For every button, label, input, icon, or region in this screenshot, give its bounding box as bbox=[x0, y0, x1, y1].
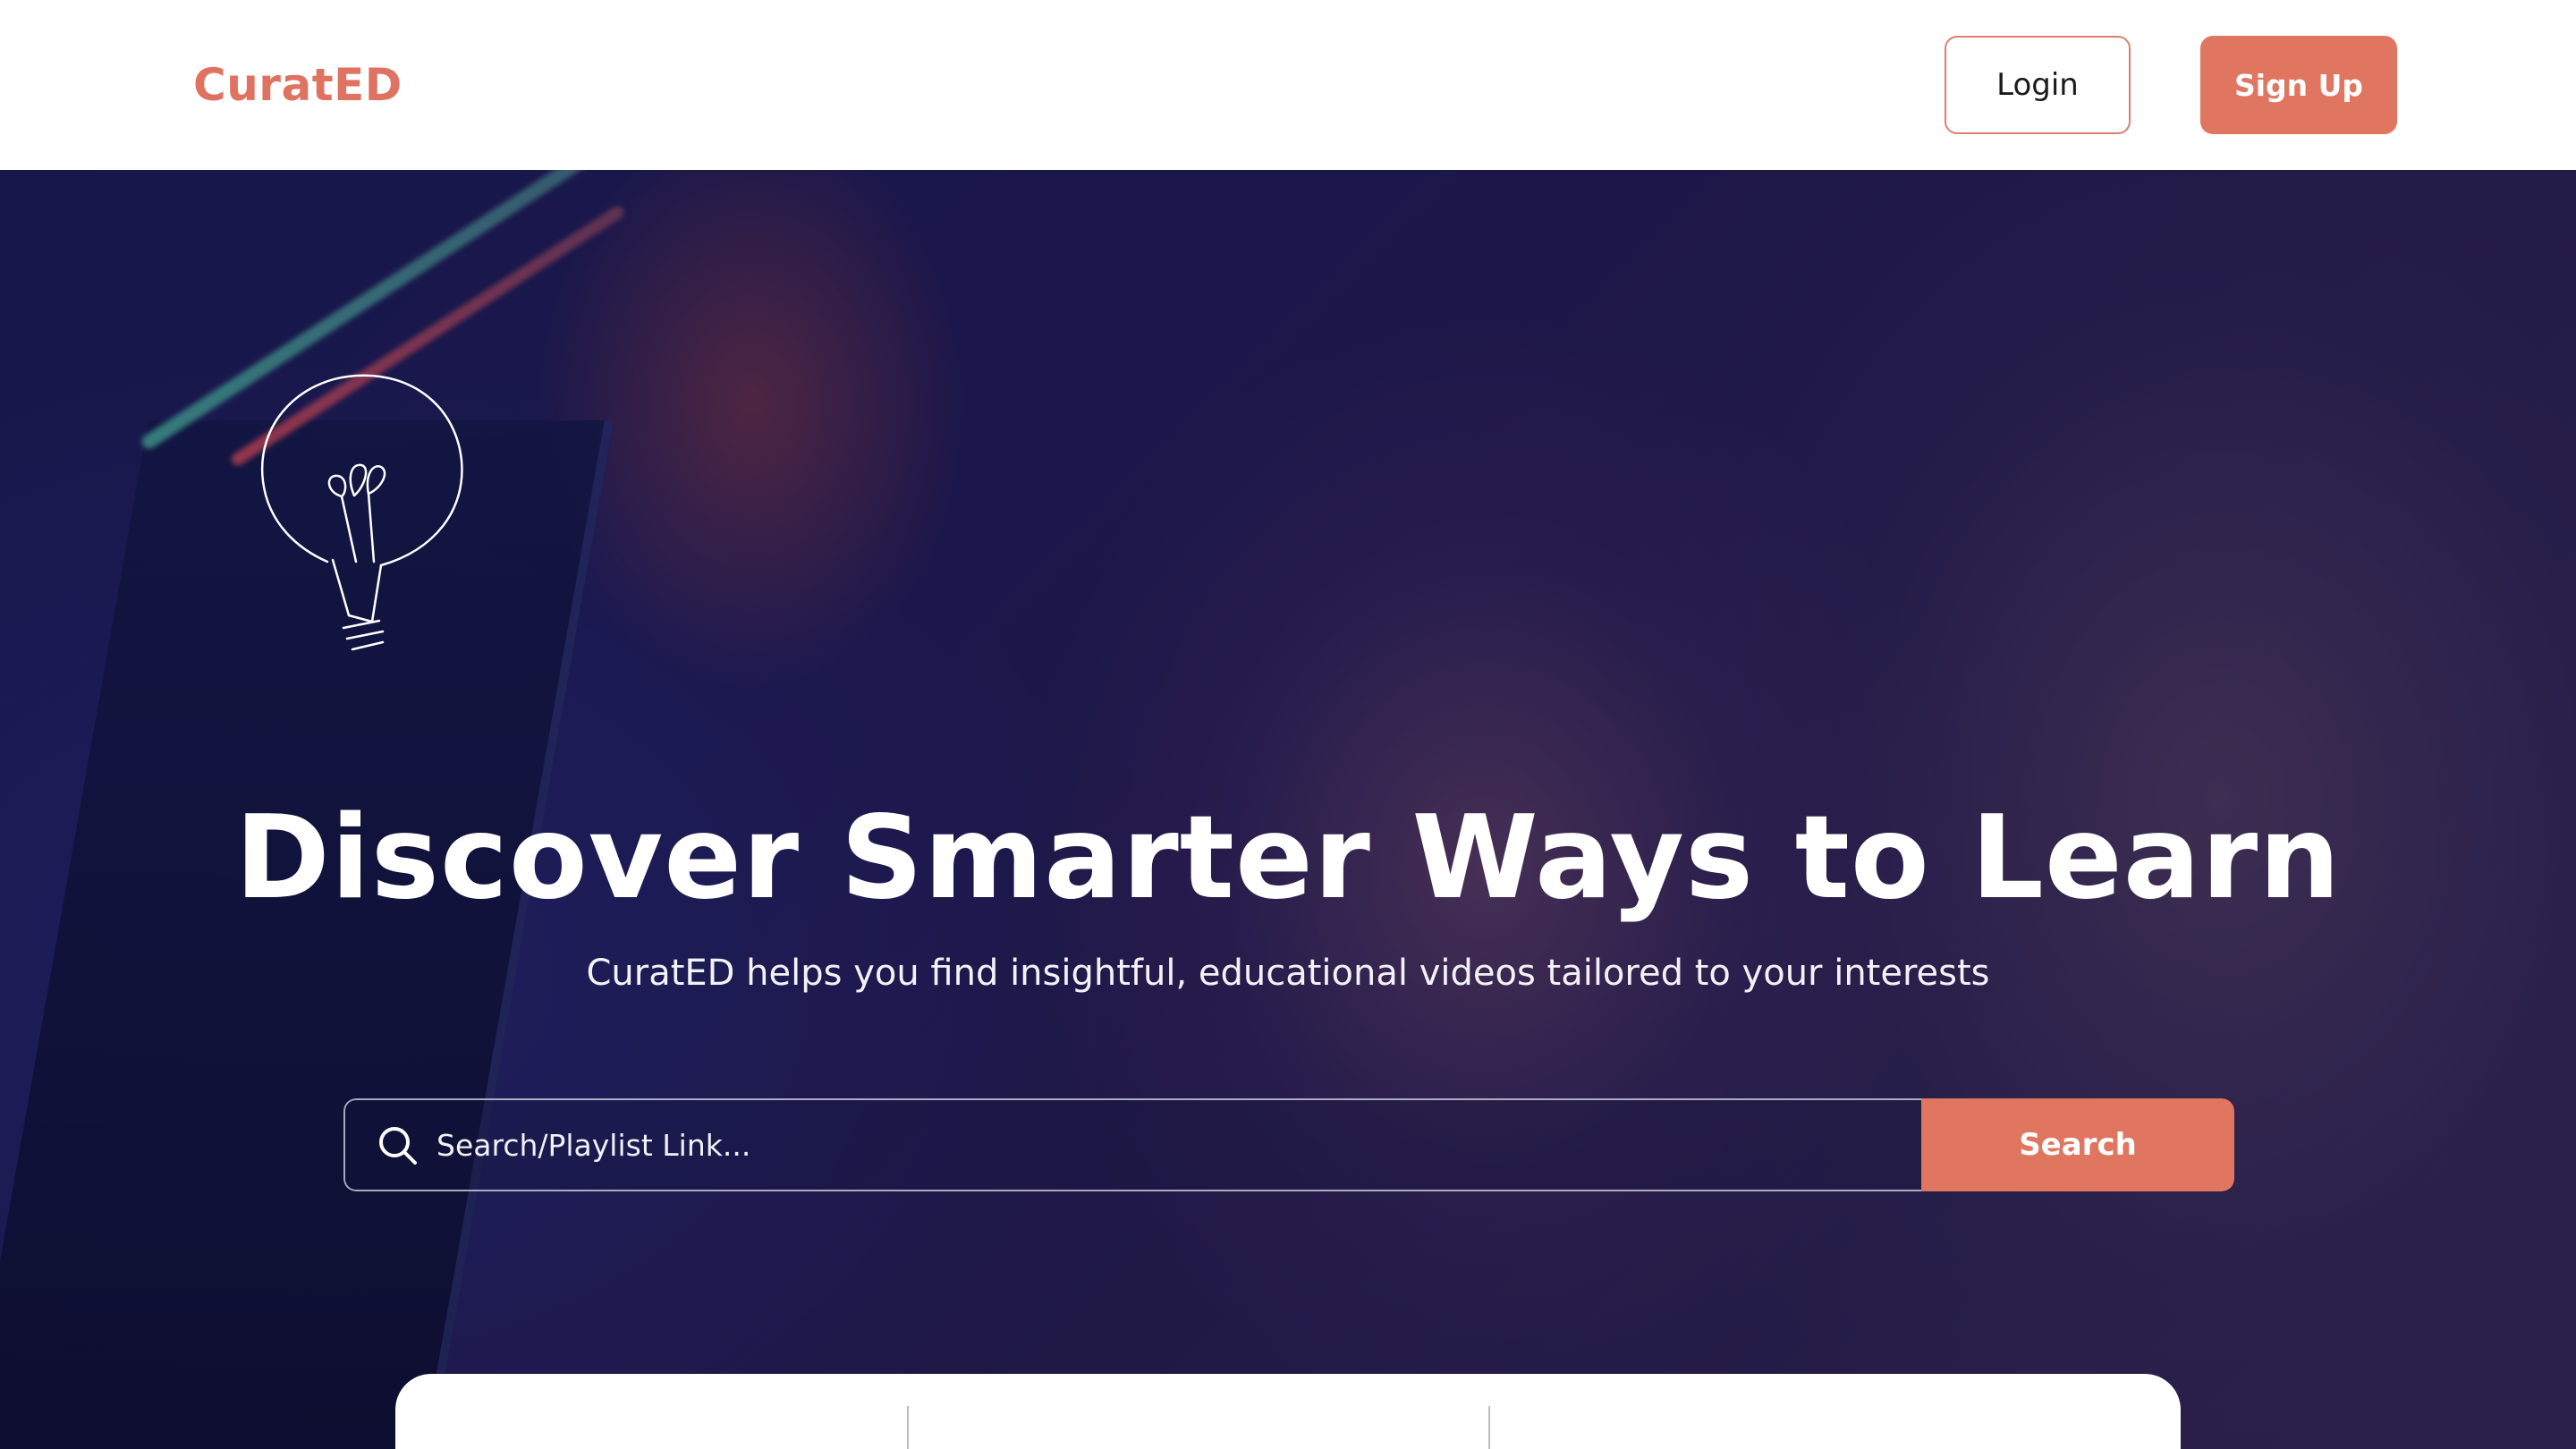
hero-subtitle: CuratED helps you find insightful, educa… bbox=[586, 953, 1990, 994]
brand-logo[interactable]: CuratED bbox=[193, 55, 402, 114]
lightbulb-icon bbox=[260, 374, 463, 651]
search-icon bbox=[379, 1127, 417, 1165]
hero-title: Discover Smarter Ways to Learn bbox=[234, 792, 2342, 925]
landing-page: CuratED Login Sign Up Discover Smarter W… bbox=[0, 0, 2576, 1449]
search-bar: Search bbox=[343, 1098, 2234, 1191]
search-field-container[interactable] bbox=[343, 1098, 1921, 1191]
search-button[interactable]: Search bbox=[1921, 1098, 2234, 1191]
signup-button[interactable]: Sign Up bbox=[2200, 36, 2397, 134]
card-divider bbox=[1488, 1406, 1490, 1449]
top-nav: CuratED Login Sign Up bbox=[0, 0, 2576, 170]
login-button[interactable]: Login bbox=[1945, 36, 2131, 134]
card-divider bbox=[907, 1406, 909, 1449]
search-input[interactable] bbox=[436, 1100, 1921, 1190]
features-card bbox=[395, 1374, 2181, 1449]
